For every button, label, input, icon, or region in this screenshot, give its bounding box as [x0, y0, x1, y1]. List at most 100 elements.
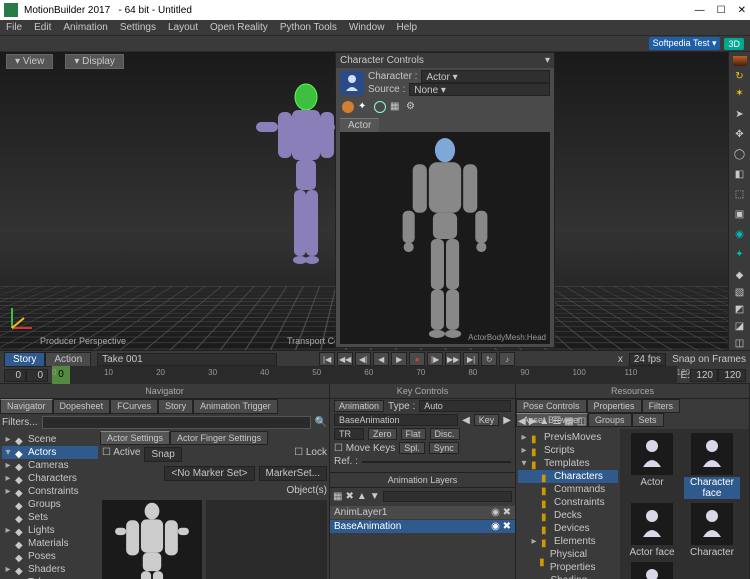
play-back-icon[interactable]: ◀: [373, 352, 389, 366]
snap-label[interactable]: Snap on Frames: [672, 354, 746, 365]
go-end-icon[interactable]: ▶|: [463, 352, 479, 366]
res-tree-item[interactable]: ▮Characters: [518, 470, 618, 483]
res-large-icon[interactable]: ◫: [577, 416, 586, 427]
teal-compass-icon[interactable]: ✦: [733, 248, 747, 260]
display-dropdown[interactable]: ▾ Display: [65, 54, 124, 69]
tool-b-icon[interactable]: ▣: [733, 208, 747, 220]
kc-movekeys-toggle[interactable]: ☐ Move Keys: [334, 443, 395, 454]
rotate-icon[interactable]: ↻: [733, 69, 747, 83]
tool-grid-icon[interactable]: ▦: [390, 101, 402, 113]
record-icon[interactable]: ●: [409, 352, 425, 366]
kc-layer-dropdown[interactable]: BaseAnimation: [334, 414, 458, 426]
res-tab-filters[interactable]: Filters: [642, 399, 681, 413]
resource-tree[interactable]: ▸▮PrevisMoves▸▮Scripts▾▮Templates▮Charac…: [516, 429, 620, 579]
maximize-button[interactable]: ☐: [717, 5, 726, 16]
kc-zero-button[interactable]: Zero: [368, 428, 397, 440]
story-tab[interactable]: Story: [4, 352, 45, 367]
scene-tree[interactable]: ▸◆Scene▾◆Actors▸◆Cameras▸◆Characters▸◆Co…: [0, 431, 100, 579]
step-fwd-icon[interactable]: ▶▶: [445, 352, 461, 366]
active-toggle[interactable]: ☐ Active: [102, 447, 140, 462]
minimize-button[interactable]: —: [695, 5, 705, 16]
tree-item-cameras[interactable]: ▸◆Cameras: [2, 459, 98, 472]
anim-layer[interactable]: AnimLayer1◉ ✖: [330, 506, 515, 519]
anim-layer[interactable]: BaseAnimation◉ ✖: [330, 520, 515, 533]
res-tree-item[interactable]: ▸▮Elements: [518, 535, 618, 548]
res-back-icon[interactable]: ◀: [518, 416, 526, 427]
tree-item-characters[interactable]: ▸◆Characters: [2, 472, 98, 485]
actor-preview[interactable]: [102, 500, 202, 579]
threeD-badge[interactable]: 3D: [724, 38, 744, 50]
tool-circle-icon[interactable]: [374, 101, 386, 113]
res-list-icon[interactable]: ☰: [552, 416, 561, 427]
ext-e-icon[interactable]: ◫: [733, 336, 747, 350]
character-icon[interactable]: [340, 71, 364, 95]
res-tree-item[interactable]: ▾▮Templates: [518, 457, 618, 470]
tree-item-groups[interactable]: ◆Groups: [2, 498, 98, 511]
res-tree-item[interactable]: ▮Constraints: [518, 496, 618, 509]
ext-b-icon[interactable]: ▧: [733, 285, 747, 299]
current-frame[interactable]: 0: [26, 369, 48, 382]
marker-set-dropdown[interactable]: <No Marker Set>: [164, 466, 254, 481]
tree-item-shaders[interactable]: ▸◆Shaders: [2, 563, 98, 576]
settings-tab[interactable]: Actor Finger Settings: [170, 431, 268, 445]
kc-ref-dropdown[interactable]: [362, 461, 511, 463]
res-item[interactable]: Character: [684, 503, 740, 558]
move-tool-icon[interactable]: ✥: [733, 128, 747, 140]
tree-item-poses[interactable]: ◆Poses: [2, 550, 98, 563]
range-start[interactable]: 0: [4, 369, 26, 382]
nav-tab-fcurves[interactable]: FCurves: [110, 399, 158, 414]
tree-item-actors[interactable]: ▾◆Actors: [2, 446, 98, 459]
tree-item-constraints[interactable]: ▸◆Constraints: [2, 485, 98, 498]
actor-tab[interactable]: Actor: [340, 118, 379, 132]
res-fwd-icon[interactable]: ▶: [529, 416, 537, 427]
tree-item-materials[interactable]: ◆Materials: [2, 537, 98, 550]
search-icon[interactable]: 🔍: [315, 417, 327, 428]
loop-icon[interactable]: ↻: [481, 352, 497, 366]
take-dropdown[interactable]: Take 001: [97, 353, 277, 366]
char-preview[interactable]: ActorBodyMesh:Head: [340, 132, 550, 344]
res-item[interactable]: Actor: [624, 433, 680, 499]
kc-flat-button[interactable]: Flat: [401, 428, 426, 440]
kc-spline-button[interactable]: Spl.: [399, 442, 425, 454]
teal-globe-icon[interactable]: ◉: [733, 228, 747, 240]
res-tree-item[interactable]: ▸▮PrevisMoves: [518, 431, 618, 444]
res-tree-item[interactable]: ▮Physical Properties: [518, 548, 618, 574]
marker-list[interactable]: [206, 500, 327, 579]
al-up-icon[interactable]: ▲: [357, 491, 367, 502]
kc-prev-key-icon[interactable]: ◀: [462, 415, 470, 426]
menu-help[interactable]: Help: [396, 22, 417, 33]
al-down-icon[interactable]: ▼: [370, 491, 380, 502]
al-add-icon[interactable]: ▦: [333, 491, 342, 502]
close-button[interactable]: ✕: [738, 5, 746, 16]
menu-edit[interactable]: Edit: [34, 22, 51, 33]
nav-tab-dopesheet[interactable]: Dopesheet: [53, 399, 111, 414]
al-weight[interactable]: [383, 491, 512, 502]
res-tab-pose-controls[interactable]: Pose Controls: [516, 399, 587, 413]
gradient-icon[interactable]: [733, 56, 747, 66]
fps-box[interactable]: 24 fps: [629, 353, 666, 366]
settings-tab[interactable]: Actor Settings: [100, 431, 170, 445]
marker-set-button[interactable]: MarkerSet...: [259, 466, 327, 481]
filters-label[interactable]: Filters...: [2, 417, 38, 428]
tool-diamond-icon[interactable]: ✦: [358, 101, 370, 113]
viewport[interactable]: ▾ View ▾ Display ✥ ✦ Viewer: [0, 52, 728, 350]
res-tree-item[interactable]: ▮Devices: [518, 522, 618, 535]
res-grid-icon[interactable]: ▦: [564, 416, 573, 427]
res-item[interactable]: Character face: [684, 433, 740, 499]
ext-a-icon[interactable]: ◆: [733, 268, 747, 282]
ext-c-icon[interactable]: ◩: [733, 302, 747, 316]
rotate-tool-icon[interactable]: ◯: [733, 148, 747, 160]
character-dropdown[interactable]: Actor ▾: [421, 70, 550, 83]
kc-key-button[interactable]: Key: [474, 414, 500, 426]
kc-disc-button[interactable]: Disc.: [430, 428, 460, 440]
menu-file[interactable]: File: [6, 22, 22, 33]
source-dropdown[interactable]: None ▾: [409, 83, 550, 96]
play-icon[interactable]: ▶: [391, 352, 407, 366]
menu-layout[interactable]: Layout: [168, 22, 198, 33]
snap-button[interactable]: Snap: [144, 447, 181, 462]
res-tree-item[interactable]: ▮Commands: [518, 483, 618, 496]
prev-key-icon[interactable]: ◀|: [355, 352, 371, 366]
user-badge[interactable]: Softpedia Test ▾: [649, 37, 721, 50]
cursor-icon[interactable]: ➤: [733, 108, 747, 120]
scale-tool-icon[interactable]: ◧: [733, 168, 747, 180]
